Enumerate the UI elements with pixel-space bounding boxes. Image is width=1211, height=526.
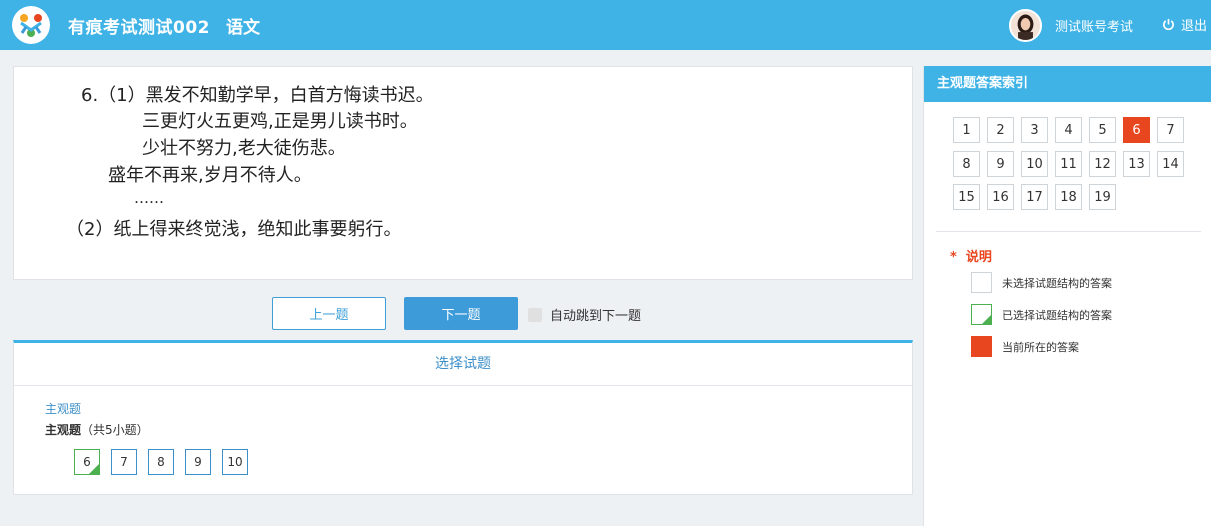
answer-index-sidebar: 主观题答案索引 1 2 3 4 5 6 7 8 9 10 11 12 13 14… <box>923 66 1211 526</box>
auto-next-label: 自动跳到下一题 <box>550 309 642 324</box>
index-number[interactable]: 1 <box>953 117 980 143</box>
auto-next-toggle[interactable]: 自动跳到下一题 <box>528 305 641 324</box>
next-question-button[interactable]: 下一题 <box>404 297 518 330</box>
legend-label: 已选择试题结构的答案 <box>1002 308 1112 322</box>
index-number[interactable]: 8 <box>953 151 980 177</box>
legend-title-label: 说明 <box>965 250 992 265</box>
top-bar: 有痕考试测试002 语文 测试账号考试 退出 <box>0 0 1211 50</box>
logout-label: 退出 <box>1181 19 1208 34</box>
index-number[interactable]: 9 <box>987 151 1014 177</box>
legend-current: 当前所在的答案 <box>971 336 1079 357</box>
index-number[interactable]: 16 <box>987 184 1014 210</box>
index-number[interactable]: 12 <box>1089 151 1116 177</box>
question-line: 三更灯火五更鸡,正是男儿读书时。 <box>142 111 418 132</box>
index-number[interactable]: 5 <box>1089 117 1116 143</box>
index-number[interactable]: 3 <box>1021 117 1048 143</box>
category-description: 主观题（共5小题） <box>45 421 149 438</box>
question-box[interactable]: 9 <box>185 449 211 475</box>
sidebar-title: 主观题答案索引 <box>924 66 1211 102</box>
category-name: 主观题 <box>45 423 82 437</box>
index-number[interactable]: 14 <box>1157 151 1184 177</box>
question-box[interactable]: 8 <box>148 449 174 475</box>
index-number[interactable]: 10 <box>1021 151 1048 177</box>
question-box[interactable]: 7 <box>111 449 137 475</box>
index-number[interactable]: 18 <box>1055 184 1082 210</box>
legend-label: 当前所在的答案 <box>1002 340 1079 354</box>
question-box[interactable]: 6 <box>74 449 100 475</box>
auto-next-checkbox[interactable] <box>528 307 542 322</box>
subject-label: 语文 <box>226 18 260 38</box>
sidebar-divider <box>936 231 1201 232</box>
index-number[interactable]: 15 <box>953 184 980 210</box>
index-number[interactable]: 7 <box>1157 117 1184 143</box>
selected-swatch <box>971 304 992 325</box>
category-link[interactable]: 主观题 <box>45 400 81 417</box>
question-line: 盛年不再来,岁月不待人。 <box>108 165 312 186</box>
question-panel: 6.（1）黑发不知勤学早，白首方悔读书迟。 三更灯火五更鸡,正是男儿读书时。 少… <box>13 66 913 280</box>
index-number-current[interactable]: 6 <box>1123 117 1150 143</box>
index-number[interactable]: 2 <box>987 117 1014 143</box>
question-box[interactable]: 10 <box>222 449 248 475</box>
legend-selected: 已选择试题结构的答案 <box>971 304 1112 325</box>
question-line: …… <box>134 189 164 207</box>
question-line: （2）纸上得来终觉浅，绝知此事要躬行。 <box>66 219 402 240</box>
question-line: 6.（1）黑发不知勤学早，白首方悔读书迟。 <box>81 85 434 106</box>
index-number[interactable]: 17 <box>1021 184 1048 210</box>
app-logo <box>12 6 50 44</box>
logout-button[interactable]: 退出 <box>1162 15 1207 34</box>
legend-title: * 说明 <box>950 246 992 265</box>
unselected-swatch <box>971 272 992 293</box>
legend-label: 未选择试题结构的答案 <box>1002 276 1112 290</box>
index-number[interactable]: 19 <box>1089 184 1116 210</box>
question-line: 少壮不努力,老大徒伤悲。 <box>142 138 346 159</box>
exam-title: 有痕考试测试002 <box>68 18 210 38</box>
prev-question-button[interactable]: 上一题 <box>272 297 386 330</box>
question-selector: 选择试题 主观题 主观题（共5小题） 6 7 8 9 10 <box>13 340 913 495</box>
required-star-icon: * <box>950 250 957 265</box>
user-name[interactable]: 测试账号考试 <box>1055 16 1133 35</box>
index-number[interactable]: 11 <box>1055 151 1082 177</box>
index-number[interactable]: 13 <box>1123 151 1150 177</box>
power-icon <box>1162 18 1175 31</box>
index-number[interactable]: 4 <box>1055 117 1082 143</box>
category-count: （共5小题） <box>81 423 149 437</box>
legend-unselected: 未选择试题结构的答案 <box>971 272 1112 293</box>
current-swatch <box>971 336 992 357</box>
user-avatar[interactable] <box>1009 9 1042 42</box>
selector-title: 选择试题 <box>14 343 912 386</box>
